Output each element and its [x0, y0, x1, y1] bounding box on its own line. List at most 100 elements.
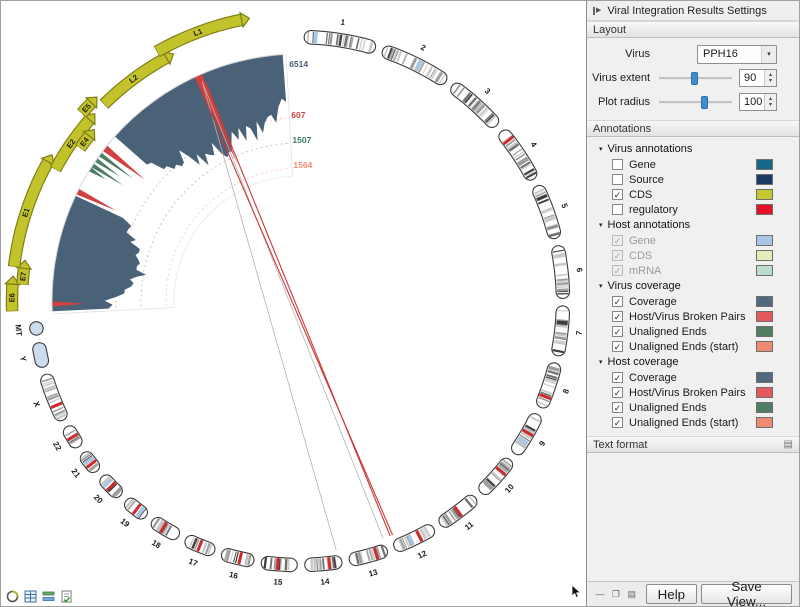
checkbox[interactable]: ✓ [612, 417, 623, 428]
chromosome-12[interactable]: 12 [399, 527, 430, 561]
color-swatch[interactable] [756, 372, 773, 383]
layout-group-header[interactable]: Layout [587, 21, 799, 38]
color-swatch[interactable] [756, 250, 773, 261]
annotation-label: Gene [629, 159, 656, 171]
collapse-panel-icon[interactable]: ▶ [593, 7, 601, 15]
checkbox[interactable] [612, 204, 623, 215]
chromosome-13[interactable]: 13 [356, 546, 385, 579]
spin-down-icon[interactable]: ▾ [769, 78, 772, 84]
minimize-panel-icon[interactable]: — [594, 588, 606, 601]
chromosome-1[interactable]: 1 [308, 18, 373, 53]
checkbox[interactable]: ✓ [612, 296, 623, 307]
plot-radius-value[interactable]: 100 [740, 94, 764, 110]
color-swatch[interactable] [756, 296, 773, 307]
plot-canvas[interactable]: E6E7E1E2E4E5L2L1123456789101112131415161… [1, 1, 586, 606]
chromosome-16[interactable]: 16 [225, 549, 251, 580]
color-swatch[interactable] [756, 402, 773, 413]
annotations-group-header[interactable]: Annotations [587, 120, 799, 137]
checkbox[interactable]: ✓ [612, 311, 623, 322]
settings-panel-header: ▶ Viral Integration Results Settings [587, 1, 799, 21]
color-swatch[interactable] [756, 341, 773, 352]
collapse-triangle-icon[interactable]: ▾ [599, 145, 603, 153]
slider-handle[interactable] [691, 72, 698, 85]
chromosome-10[interactable]: 10 [483, 460, 516, 495]
dock-panel-icon[interactable]: ▤ [626, 588, 638, 601]
chromosome-6[interactable]: 6 [553, 250, 584, 294]
checkbox[interactable] [612, 159, 623, 170]
virus-extent-spinbox[interactable]: 90 ▴ ▾ [739, 69, 777, 87]
chromosome-14[interactable]: 14 [312, 557, 337, 586]
text-format-group-title: Text format [593, 439, 647, 451]
panel-bottom-bar: — ❐ ▤ Help Save View... [587, 581, 799, 606]
color-swatch[interactable] [756, 387, 773, 398]
annotation-label: Unaligned Ends [629, 402, 707, 414]
chromosome-2[interactable]: 2 [384, 43, 445, 84]
chromosome-18[interactable]: 18 [150, 518, 173, 550]
chromosome-9[interactable]: 9 [516, 417, 548, 448]
chromosome-11[interactable]: 11 [442, 496, 476, 532]
annotation-section-title[interactable]: ▾Virus coverage [587, 278, 799, 294]
save-view-button[interactable]: Save View... [701, 584, 792, 604]
section-title-text: Host annotations [608, 219, 691, 231]
help-button[interactable]: Help [646, 584, 697, 604]
color-swatch[interactable] [756, 174, 773, 185]
checkbox[interactable]: ✓ [612, 387, 623, 398]
spinner-buttons[interactable]: ▴ ▾ [764, 70, 776, 86]
dropdown-arrow-icon[interactable]: ▾ [761, 46, 776, 63]
collapse-triangle-icon[interactable]: ▾ [599, 358, 603, 366]
checkbox[interactable]: ✓ [612, 372, 623, 383]
annotation-section-title[interactable]: ▾Host coverage [587, 354, 799, 370]
chromosome-17[interactable]: 17 [187, 537, 212, 568]
chromosome-8[interactable]: 8 [537, 367, 571, 406]
checkbox[interactable]: ✓ [612, 341, 623, 352]
chromosome-21[interactable]: 21 [69, 453, 98, 480]
chromosome-X[interactable]: X [31, 378, 66, 419]
collapse-triangle-icon[interactable]: ▾ [599, 282, 603, 290]
chromosome-20[interactable]: 20 [92, 477, 122, 506]
chromosome-7[interactable]: 7 [553, 310, 584, 352]
plot-radius-slider[interactable] [659, 95, 732, 110]
color-swatch[interactable] [756, 417, 773, 428]
collapse-triangle-icon[interactable]: ▾ [599, 221, 603, 229]
spin-down-icon[interactable]: ▾ [769, 102, 772, 108]
virus-extent-value[interactable]: 90 [740, 70, 764, 86]
slider-handle[interactable] [701, 96, 708, 109]
annotation-section-title[interactable]: ▾Virus annotations [587, 141, 799, 157]
chromosome-4[interactable]: 4 [503, 135, 539, 178]
annotation-section-title[interactable]: ▾ Host annotations [587, 217, 799, 233]
color-swatch[interactable] [756, 265, 773, 276]
chromosome-15[interactable]: 15 [265, 557, 291, 586]
text-format-group-header[interactable]: Text format ▤ [587, 436, 799, 453]
color-swatch[interactable] [756, 189, 773, 200]
virus-dropdown[interactable]: PPH16 ▾ [697, 45, 777, 64]
chromosome-MT[interactable]: MT [13, 321, 43, 337]
circular-integration-plot[interactable]: E6E7E1E2E4E5L2L1123456789101112131415161… [1, 1, 586, 586]
chromosome-22[interactable]: 22 [51, 430, 80, 453]
checkbox[interactable]: ✓ [612, 402, 623, 413]
chromosome-5[interactable]: 5 [534, 189, 569, 236]
checkbox[interactable]: ✓ [612, 326, 623, 337]
annotation-item-unaligned-ends-start-: ✓Unaligned Ends (start) [587, 339, 799, 354]
chromosome-3[interactable]: 3 [453, 85, 495, 124]
color-swatch[interactable] [756, 311, 773, 322]
color-swatch[interactable] [756, 235, 773, 246]
chromosome-Y[interactable]: Y [18, 349, 42, 362]
show-circular-view-icon[interactable] [5, 589, 19, 603]
chromosome-19[interactable]: 19 [119, 499, 146, 530]
scale-value-label: 1564 [293, 160, 312, 170]
show-report-icon[interactable] [59, 589, 73, 603]
color-swatch[interactable] [756, 204, 773, 215]
plot-radius-spinbox[interactable]: 100 ▴ ▾ [739, 93, 777, 111]
spinner-buttons[interactable]: ▴ ▾ [764, 94, 776, 110]
chromosome-label: 3 [483, 86, 493, 96]
show-track-list-icon[interactable] [41, 589, 55, 603]
checkbox[interactable] [612, 174, 623, 185]
float-panel-icon[interactable]: ❐ [610, 588, 622, 601]
color-swatch[interactable] [756, 159, 773, 170]
color-swatch[interactable] [756, 326, 773, 337]
virus-extent-slider[interactable] [659, 71, 732, 86]
chromosome-label: X [31, 400, 42, 409]
checkbox[interactable]: ✓ [612, 189, 623, 200]
show-table-icon[interactable] [23, 589, 37, 603]
annotation-label: Coverage [629, 372, 677, 384]
